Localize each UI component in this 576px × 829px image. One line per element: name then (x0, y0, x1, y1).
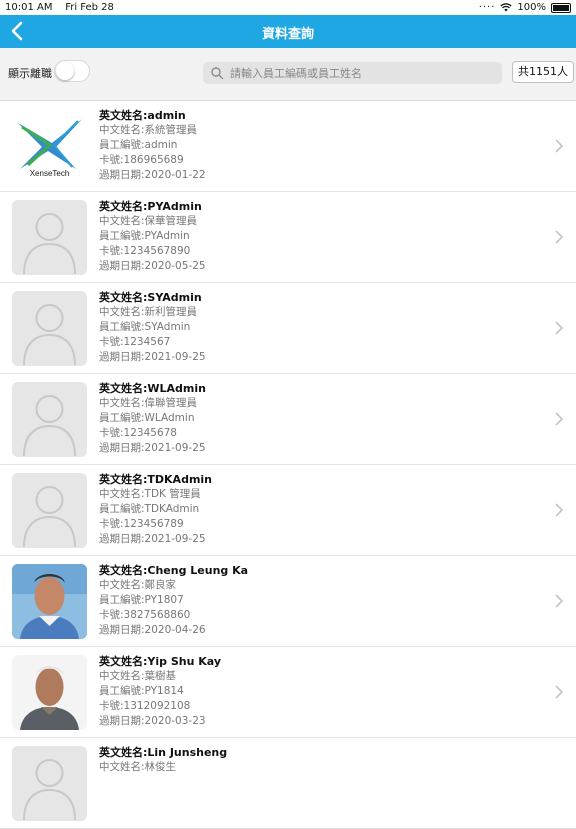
employee-number: 員工編號:PY1807 (99, 594, 184, 606)
chinese-name: 中文姓名:鄭良家 (99, 579, 177, 591)
logo-text: XenseTech (30, 169, 70, 178)
employee-info: 英文姓名:Cheng Leung Ka 中文姓名:鄭良家 員工編號:PY1807… (99, 563, 248, 638)
status-bar: 10:01 AM Fri Feb 28 ···· 100% (0, 0, 576, 15)
filter-toolbar: 顯示離職 共1151人 (0, 48, 576, 101)
english-name: 英文姓名:SYAdmin (99, 291, 202, 304)
chinese-name: 中文姓名:新利管理員 (99, 306, 198, 318)
employee-row[interactable]: XenseTech 英文姓名:admin 中文姓名:系統管理員 員工編號:adm… (0, 101, 576, 192)
person-silhouette-icon (23, 213, 76, 275)
employee-info: 英文姓名:WLAdmin 中文姓名:偉聯管理員 員工編號:WLAdmin 卡號:… (99, 381, 206, 456)
employee-row[interactable]: 英文姓名:Yip Shu Kay 中文姓名:葉樹基 員工編號:PY1814 卡號… (0, 647, 576, 738)
status-indicators: ···· 100% (479, 2, 571, 13)
avatar-placeholder (12, 382, 87, 457)
avatar-placeholder (12, 291, 87, 366)
battery-percent: 100% (517, 2, 546, 13)
person-silhouette-icon (23, 759, 76, 821)
card-number: 卡號:1312092108 (99, 700, 191, 712)
employee-number: 員工編號:PY1814 (99, 685, 184, 697)
chinese-name: 中文姓名:保華管理員 (99, 215, 198, 227)
chevron-right-icon (555, 230, 564, 244)
employee-number: 員工編號:WLAdmin (99, 412, 195, 424)
employee-list: XenseTech 英文姓名:admin 中文姓名:系統管理員 員工編號:adm… (0, 101, 576, 829)
expiry-date: 過期日期:2021-09-25 (99, 533, 206, 545)
search-bar[interactable] (203, 62, 502, 84)
person-silhouette-icon (23, 304, 76, 366)
chevron-right-icon (555, 412, 564, 426)
avatar-photo (12, 655, 87, 730)
avatar-placeholder (12, 473, 87, 548)
person-silhouette-icon (23, 395, 76, 457)
chevron-right-icon (555, 321, 564, 335)
nav-bar: 資料查詢 (0, 15, 576, 48)
english-name: 英文姓名:Lin Junsheng (99, 746, 228, 759)
toggle-knob (56, 62, 74, 80)
show-resigned-toggle[interactable] (54, 60, 90, 82)
employee-number: 員工編號:admin (99, 139, 178, 151)
employee-number: 員工編號:TDKAdmin (99, 503, 200, 515)
card-number: 卡號:12345678 (99, 427, 177, 439)
employee-row[interactable]: 英文姓名:Cheng Leung Ka 中文姓名:鄭良家 員工編號:PY1807… (0, 556, 576, 647)
avatar-placeholder (12, 200, 87, 275)
employee-count-badge: 共1151人 (512, 61, 574, 83)
status-time: 10:01 AM (5, 2, 53, 13)
employee-number: 員工編號:PYAdmin (99, 230, 190, 242)
wifi-icon (500, 3, 513, 12)
page-title: 資料查詢 (261, 27, 314, 42)
expiry-date: 過期日期:2021-09-25 (99, 351, 206, 363)
employee-info: 英文姓名:PYAdmin 中文姓名:保華管理員 員工編號:PYAdmin 卡號:… (99, 199, 206, 274)
card-number: 卡號:123456789 (99, 518, 184, 530)
employee-row[interactable]: 英文姓名:Lin Junsheng 中文姓名:林俊生 (0, 738, 576, 829)
battery-icon (551, 2, 571, 13)
employee-row[interactable]: 英文姓名:TDKAdmin 中文姓名:TDK 管理員 員工編號:TDKAdmin… (0, 465, 576, 556)
status-time-date: 10:01 AM Fri Feb 28 (5, 2, 114, 13)
english-name: 英文姓名:Cheng Leung Ka (99, 564, 249, 577)
person-silhouette-icon (23, 486, 76, 548)
english-name: 英文姓名:TDKAdmin (99, 473, 213, 486)
person-photo-icon (12, 564, 87, 639)
expiry-date: 過期日期:2020-03-23 (99, 715, 206, 727)
employee-row[interactable]: 英文姓名:PYAdmin 中文姓名:保華管理員 員工編號:PYAdmin 卡號:… (0, 192, 576, 283)
card-number: 卡號:1234567890 (99, 245, 191, 257)
chevron-right-icon (555, 594, 564, 608)
english-name: 英文姓名:WLAdmin (99, 382, 206, 395)
employee-number: 員工編號:SYAdmin (99, 321, 191, 333)
status-date: Fri Feb 28 (65, 2, 114, 13)
employee-row[interactable]: 英文姓名:WLAdmin 中文姓名:偉聯管理員 員工編號:WLAdmin 卡號:… (0, 374, 576, 465)
employee-info: 英文姓名:Lin Junsheng 中文姓名:林俊生 (99, 745, 227, 775)
employee-info: 英文姓名:Yip Shu Kay 中文姓名:葉樹基 員工編號:PY1814 卡號… (99, 654, 221, 729)
expiry-date: 過期日期:2020-01-22 (99, 169, 206, 181)
employee-row[interactable]: 英文姓名:SYAdmin 中文姓名:新利管理員 員工編號:SYAdmin 卡號:… (0, 283, 576, 374)
person-photo-icon (12, 655, 87, 730)
expiry-date: 過期日期:2020-04-26 (99, 624, 206, 636)
signal-dots-icon: ···· (478, 2, 496, 13)
english-name: 英文姓名:Yip Shu Kay (99, 655, 222, 668)
avatar-photo (12, 564, 87, 639)
chevron-right-icon (555, 139, 564, 153)
card-number: 卡號:1234567 (99, 336, 171, 348)
search-icon (211, 67, 224, 80)
chinese-name: 中文姓名:偉聯管理員 (99, 397, 198, 409)
chevron-right-icon (555, 503, 564, 517)
chinese-name: 中文姓名:TDK 管理員 (99, 488, 201, 500)
search-input[interactable] (228, 65, 492, 81)
avatar-placeholder (12, 746, 87, 821)
employee-info: 英文姓名:TDKAdmin 中文姓名:TDK 管理員 員工編號:TDKAdmin… (99, 472, 212, 547)
english-name: 英文姓名:PYAdmin (99, 200, 202, 213)
company-logo: XenseTech (12, 109, 87, 184)
employee-info: 英文姓名:admin 中文姓名:系統管理員 員工編號:admin 卡號:1869… (99, 108, 206, 183)
xensetech-logo-icon: XenseTech (18, 119, 82, 178)
chinese-name: 中文姓名:系統管理員 (99, 124, 198, 136)
english-name: 英文姓名:admin (99, 109, 186, 122)
expiry-date: 過期日期:2021-09-25 (99, 442, 206, 454)
expiry-date: 過期日期:2020-05-25 (99, 260, 206, 272)
show-resigned-label: 顯示離職 (8, 67, 52, 80)
card-number: 卡號:3827568860 (99, 609, 191, 621)
employee-info: 英文姓名:SYAdmin 中文姓名:新利管理員 員工編號:SYAdmin 卡號:… (99, 290, 206, 365)
chinese-name: 中文姓名:葉樹基 (99, 670, 177, 682)
chevron-right-icon (555, 685, 564, 699)
card-number: 卡號:186965689 (99, 154, 184, 166)
